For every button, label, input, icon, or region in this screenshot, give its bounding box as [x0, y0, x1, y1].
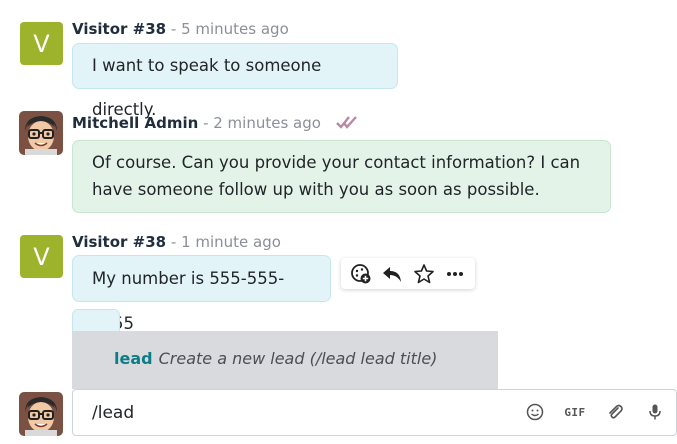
star-icon[interactable]	[412, 262, 436, 286]
message-header: Visitor #38 - 5 minutes ago	[72, 20, 289, 38]
visitor-avatar[interactable]: V	[20, 235, 63, 278]
message-header: Visitor #38 - 1 minute ago	[72, 233, 281, 251]
message-bubble: My number is 555-555-5555	[72, 255, 331, 333]
command-suggestion-item[interactable]: lead Create a new lead (/lead lead title)	[114, 349, 437, 368]
microphone-icon[interactable]	[644, 401, 666, 423]
more-icon[interactable]	[443, 262, 467, 286]
seen-double-check-icon	[335, 115, 358, 133]
reply-icon[interactable]	[380, 262, 404, 286]
message-time: 1 minute ago	[181, 233, 281, 251]
command-description: Create a new lead (/lead lead title)	[158, 349, 438, 368]
paperclip-icon[interactable]	[604, 401, 626, 423]
author-name[interactable]: Mitchell Admin	[72, 114, 198, 132]
message-header: Mitchell Admin - 2 minutes ago	[72, 114, 358, 133]
message-composer: GIF	[72, 389, 677, 436]
emoji-icon[interactable]	[524, 401, 546, 423]
composer-input[interactable]	[92, 400, 492, 426]
message-time: 5 minutes ago	[181, 20, 289, 38]
author-name[interactable]: Visitor #38	[72, 20, 166, 38]
current-user-avatar	[19, 392, 63, 436]
message-actions-toolbar	[341, 258, 475, 289]
composer-actions: GIF	[524, 401, 666, 423]
message-bubble: Of course. Can you provide your contact …	[72, 140, 611, 213]
message-time: 2 minutes ago	[213, 114, 321, 132]
command-suggestion-popup: lead Create a new lead (/lead lead title)	[72, 331, 498, 389]
command-name: lead	[114, 349, 153, 368]
add-reaction-icon[interactable]	[349, 262, 373, 286]
visitor-avatar[interactable]: V	[20, 22, 63, 65]
gif-button[interactable]: GIF	[564, 401, 586, 423]
author-name[interactable]: Visitor #38	[72, 233, 166, 251]
message-bubble: I want to speak to someone directly.	[72, 43, 398, 119]
admin-avatar[interactable]	[19, 111, 63, 155]
